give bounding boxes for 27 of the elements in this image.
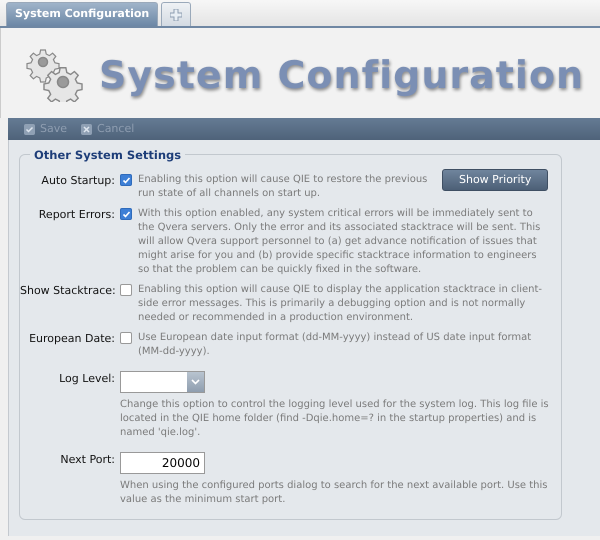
setting-label: Auto Startup:: [40, 173, 116, 189]
setting-label: European Date:: [28, 331, 116, 347]
setting-description: Use European date input format (dd-MM-yyyy) instead of US date input format (MM-dd-yyyy).: [138, 331, 532, 359]
setting-description: When using the configured ports dialog to search for the next available port. Use this value as the minimum start port.: [120, 479, 548, 507]
port-field[interactable]: 20000: [120, 452, 205, 474]
close-icon: [81, 124, 92, 134]
setting-description: Enabling this option will cause QIE to display the application stacktrace in client-side error messages. This is primarily a debugging option and is not normally needed or recommended in a production environment.: [138, 283, 544, 325]
tab[interactable]: System Configuration: [6, 2, 158, 26]
dropdown[interactable]: [120, 371, 205, 393]
checkbox[interactable]: [120, 284, 132, 296]
add-tab[interactable]: [161, 2, 192, 26]
setting-description: Enabling this option will cause QIE to restore the previous run state of all channels on start up.: [138, 173, 428, 201]
section-title: Other System Settings: [30, 147, 186, 164]
setting-description: Change this option to control the logging level used for the system log. This log file is located in the QIE home folder (find -Dqie.home=? in the startup properties) and is named 'qie.log'.: [120, 398, 550, 440]
setting-label: Next Port:: [59, 452, 116, 468]
setting-label: Report Errors:: [38, 207, 116, 223]
show-priority-button[interactable]: Show Priority: [442, 169, 548, 191]
page-title: System Configuration: [99, 52, 584, 98]
setting-label: Log Level:: [58, 371, 116, 387]
check-icon: [24, 124, 35, 134]
checkbox[interactable]: [120, 174, 132, 186]
setting-description: With this option enabled, any system critical errors will be immediately sent to the Qvera servers. Only the error and its associated stacktrace will be sent. This will allow Qvera support personnel to (a) get advance notification of issues that might arise for you and (b) provide specific stacktrace information to engineers so that the problem can be quickly fixed in the software.: [138, 207, 542, 277]
checkbox[interactable]: [120, 208, 132, 220]
chevron-down-icon: [191, 379, 200, 385]
plus-icon: [170, 8, 182, 20]
checkbox[interactable]: [120, 332, 132, 344]
setting-label: Show Stacktrace:: [20, 283, 117, 299]
